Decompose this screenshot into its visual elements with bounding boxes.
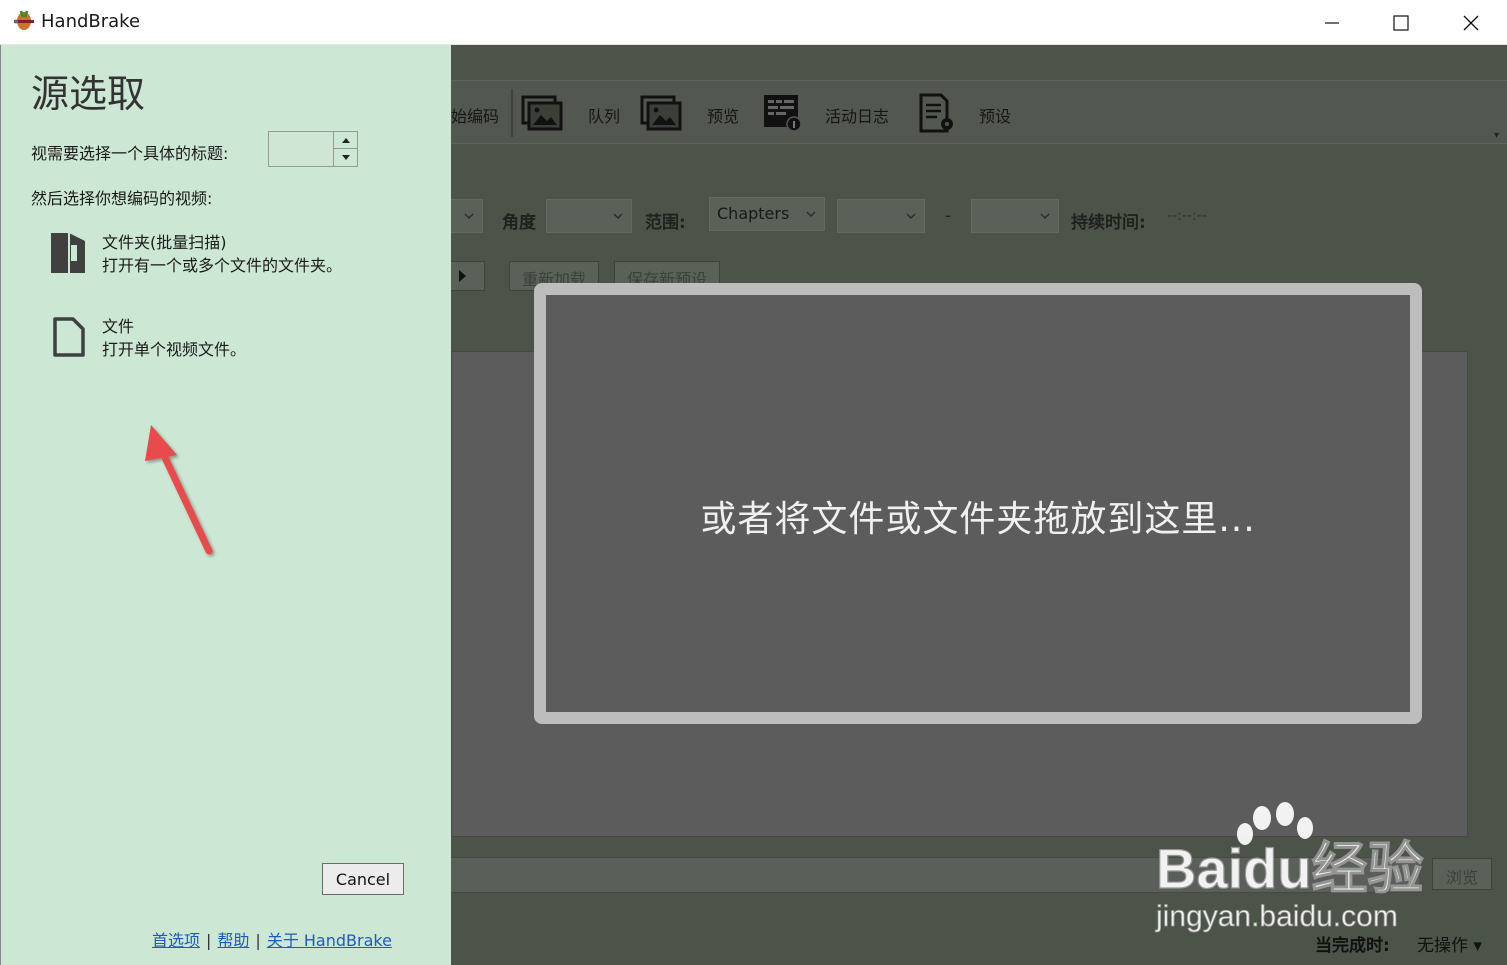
stepper-down-button[interactable]: [334, 149, 357, 166]
close-icon: [1463, 15, 1479, 30]
queue-icon[interactable]: [521, 93, 565, 133]
play-right-icon: [459, 270, 466, 282]
stepper-buttons: [333, 132, 357, 166]
file-option-title: 文件: [102, 317, 135, 336]
preset-arrow-button[interactable]: [451, 261, 485, 291]
range-start-combo[interactable]: [837, 199, 925, 233]
drop-zone[interactable]: 或者将文件或文件夹拖放到这里...: [534, 283, 1422, 724]
toolbar-queue[interactable]: 队列: [588, 103, 620, 127]
watermark-url: jingyan.baidu.com: [1155, 900, 1398, 933]
presets-icon[interactable]: [917, 93, 961, 133]
title-bar: HandBrake: [0, 0, 1507, 45]
link-separator: |: [255, 931, 261, 950]
duration-label: 持续时间:: [1071, 213, 1146, 233]
maximize-icon: [1393, 14, 1409, 31]
red-arrow-annotation: [145, 425, 213, 555]
toolbar-activity-log[interactable]: 活动日志: [825, 103, 889, 127]
maximize-button[interactable]: [1366, 0, 1436, 45]
open-folder-option[interactable]: 文件夹(批量扫描) 打开有一个或多个文件的文件夹。: [45, 229, 405, 289]
folder-option-title: 文件夹(批量扫描): [102, 233, 227, 252]
minimize-button[interactable]: [1297, 0, 1367, 45]
toolbar-separator: [511, 89, 513, 137]
chevron-down-icon: [806, 211, 816, 218]
chevron-down-icon: [613, 213, 623, 220]
title-combo[interactable]: [451, 199, 483, 233]
range-type-value: Chapters: [717, 204, 790, 223]
range-label: 范围:: [645, 213, 686, 233]
angle-label: 角度: [502, 213, 536, 233]
toolbar-overflow-icon[interactable]: ▾: [1494, 130, 1499, 141]
watermark-brand: Baidu经验: [1156, 837, 1424, 900]
chevron-down-icon: [1040, 213, 1050, 220]
stepper-up-button[interactable]: [334, 132, 357, 149]
preview-icon[interactable]: [640, 93, 684, 133]
minimize-icon: [1325, 21, 1339, 24]
baidu-jingyan-watermark: Baidu经验 jingyan.baidu.com: [1155, 802, 1424, 933]
title-number-stepper[interactable]: [268, 131, 358, 167]
triangle-up-icon: [341, 137, 350, 143]
toolbar: 始编码 队列 预览 活动日志 预设 ▾: [451, 80, 1507, 144]
close-button[interactable]: [1436, 0, 1506, 45]
title-number-input[interactable]: [269, 132, 333, 166]
about-link[interactable]: 关于 HandBrake: [267, 931, 392, 950]
range-dash: -: [945, 206, 952, 226]
toolbar-preview[interactable]: 预览: [707, 103, 739, 127]
window-title: HandBrake: [41, 11, 141, 32]
file-icon: [53, 317, 85, 357]
source-selection-panel: 源选取 视需要选择一个具体的标题: 然后选择你想编码的视频: 文件夹(批量扫描)…: [0, 45, 451, 965]
file-option-description: 打开单个视频文件。: [102, 340, 247, 359]
angle-combo[interactable]: [546, 199, 632, 233]
open-file-option[interactable]: 文件 打开单个视频文件。: [45, 313, 405, 373]
video-prompt: 然后选择你想编码的视频:: [31, 189, 213, 208]
help-link[interactable]: 帮助: [217, 931, 249, 950]
triangle-down-icon: [341, 155, 350, 160]
title-prompt: 视需要选择一个具体的标题:: [31, 144, 229, 163]
chevron-down-icon: [464, 213, 474, 220]
toolbar-presets[interactable]: 预设: [979, 103, 1011, 127]
handbrake-app-icon: [14, 10, 34, 30]
chevron-down-icon: [906, 213, 916, 220]
panel-title: 源选取: [31, 72, 146, 116]
duration-value: --:--:--: [1167, 208, 1207, 224]
folder-option-description: 打开有一个或多个文件的文件夹。: [102, 256, 343, 275]
drop-zone-text: 或者将文件或文件夹拖放到这里...: [700, 499, 1256, 540]
footer-links: 首选项 | 帮助 | 关于 HandBrake: [152, 927, 392, 951]
toolbar-start-encode[interactable]: 始编码: [451, 103, 499, 127]
folder-icon: [51, 233, 85, 273]
preferences-link[interactable]: 首选项: [152, 931, 200, 950]
activity-log-icon[interactable]: [761, 93, 805, 133]
cancel-button[interactable]: Cancel: [322, 863, 404, 895]
link-separator: |: [206, 931, 212, 950]
range-type-combo[interactable]: Chapters: [709, 197, 825, 231]
range-end-combo[interactable]: [971, 199, 1059, 233]
